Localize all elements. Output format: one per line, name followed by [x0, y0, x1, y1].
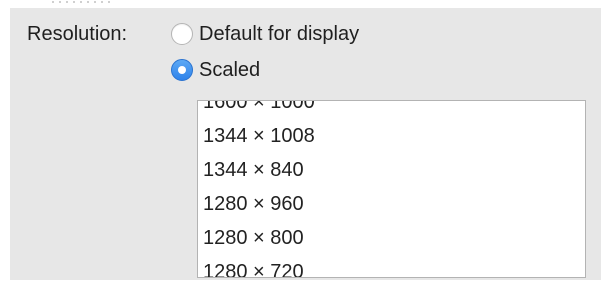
resolution-item-1280x800[interactable]: 1280 × 800: [198, 221, 585, 255]
radio-dot-icon: [178, 66, 186, 74]
truncated-previous-text: ·········: [50, 0, 130, 8]
radio-scaled[interactable]: Scaled: [171, 58, 260, 82]
resolution-item-1280x720[interactable]: 1280 × 720: [198, 255, 585, 277]
display-settings-panel: Resolution: Default for display Scaled 1…: [10, 8, 601, 280]
radio-label-scaled: Scaled: [199, 59, 261, 81]
resolution-list-scroll: 1600 × 1000 1344 × 1008 1344 × 840 1280 …: [198, 101, 585, 277]
radio-label-default: Default for display: [199, 23, 360, 45]
resolution-item-1600x1000[interactable]: 1600 × 1000: [198, 101, 585, 119]
resolution-label: Resolution:: [27, 23, 128, 45]
radio-button-selected[interactable]: [171, 59, 193, 81]
scaled-resolution-list[interactable]: 1600 × 1000 1344 × 1008 1344 × 840 1280 …: [197, 100, 586, 278]
radio-button-unselected[interactable]: [171, 23, 193, 45]
radio-default-for-display[interactable]: Default for display: [171, 22, 359, 46]
resolution-item-1344x840[interactable]: 1344 × 840: [198, 153, 585, 187]
resolution-item-1280x960[interactable]: 1280 × 960: [198, 187, 585, 221]
resolution-item-1344x1008[interactable]: 1344 × 1008: [198, 119, 585, 153]
